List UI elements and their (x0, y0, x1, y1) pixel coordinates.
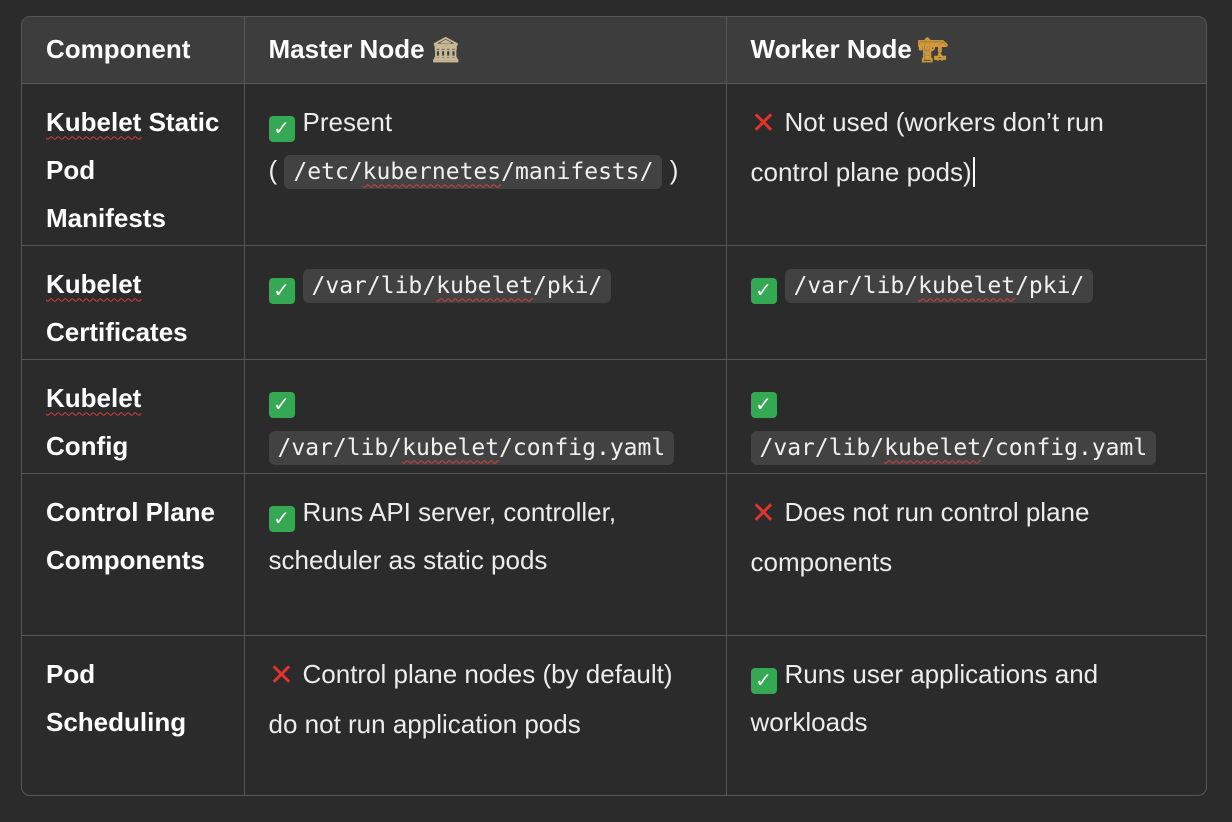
spellcheck-word: kubelet (918, 272, 1016, 299)
spellcheck-word: kubelet (436, 272, 534, 299)
table-row: Pod Scheduling ✕ Control plane nodes (by … (22, 635, 1206, 795)
worker-cell[interactable]: ✓ /var/lib/kubelet/pki/ (726, 245, 1206, 360)
cross-mark-icon: ✕ (750, 496, 777, 530)
component-cell: Kubelet Static Pod Manifests (22, 83, 245, 246)
check-mark-icon: ✓ (268, 505, 295, 532)
inline-code: /var/lib/kubelet/pki/ (302, 268, 612, 303)
spellcheck-word: Kubelet (46, 106, 142, 137)
master-cell[interactable]: ✓ Runs API server, controller, scheduler … (244, 473, 727, 636)
header-worker-node: Worker Node 🏗 (726, 17, 1206, 84)
component-cell: Kubelet Config (22, 359, 245, 474)
spellcheck-word: Kubelet (46, 268, 142, 299)
table-row: Kubelet Certificates ✓ /var/lib/kubelet/pk… (22, 245, 1206, 360)
worker-cell[interactable]: ✓ /var/lib/kubelet/config.yaml (726, 359, 1206, 474)
kubernetes-node-table: Component Master Node 🏛 Worker Node 🏗 Kube… (22, 17, 1206, 795)
component-cell: Pod Scheduling (22, 635, 245, 795)
classical-building-icon: 🏛 (430, 37, 462, 65)
spellcheck-word: Kubelet (46, 382, 142, 413)
master-cell[interactable]: ✓ Present( /etc/kubernetes/manifests/ ) (244, 83, 727, 246)
master-cell[interactable]: ✓ /var/lib/kubelet/pki/ (244, 245, 727, 360)
spellcheck-word: kubernetes (362, 158, 502, 185)
spellcheck-word: kubelet (402, 434, 500, 461)
inline-code: /var/lib/kubelet/pki/ (784, 268, 1094, 303)
check-mark-icon: ✓ (750, 391, 777, 418)
master-cell[interactable]: ✕ Control plane nodes (by default) do not… (244, 635, 727, 795)
comparison-table: Component Master Node 🏛 Worker Node 🏗 Kube… (21, 16, 1207, 796)
worker-cell[interactable]: ✕ Does not run control plane components (726, 473, 1206, 636)
inline-code: /etc/kubernetes/manifests/ (284, 154, 663, 189)
component-cell: Kubelet Certificates (22, 245, 245, 360)
check-mark-icon: ✓ (268, 277, 295, 304)
table-row: Kubelet Static Pod Manifests ✓ Present( /… (22, 83, 1206, 246)
check-mark-icon: ✓ (750, 277, 777, 304)
check-mark-icon: ✓ (268, 391, 295, 418)
master-cell[interactable]: ✓ /var/lib/kubelet/config.yaml (244, 359, 727, 474)
inline-code: /var/lib/kubelet/config.yaml (268, 430, 675, 465)
worker-cell[interactable]: ✕ Not used (workers don’t run control pla… (726, 83, 1206, 246)
component-cell: Control Plane Components (22, 473, 245, 636)
header-master-node: Master Node 🏛 (244, 17, 727, 84)
cross-mark-icon: ✕ (268, 658, 295, 692)
header-component: Component (22, 17, 245, 84)
header-row: Component Master Node 🏛 Worker Node 🏗 (22, 17, 1206, 84)
text-cursor (972, 156, 975, 187)
cross-mark-icon: ✕ (750, 106, 777, 140)
construction-crane-icon: 🏗 (917, 37, 949, 65)
spellcheck-word: kubelet (884, 434, 982, 461)
check-mark-icon: ✓ (268, 115, 295, 142)
table-row: Control Plane Components ✓ Runs API serve… (22, 473, 1206, 636)
table-row: Kubelet Config ✓ /var/lib/kubelet/config.y… (22, 359, 1206, 474)
worker-cell[interactable]: ✓ Runs user applications and workloads (726, 635, 1206, 795)
check-mark-icon: ✓ (750, 667, 777, 694)
inline-code: /var/lib/kubelet/config.yaml (750, 430, 1157, 465)
